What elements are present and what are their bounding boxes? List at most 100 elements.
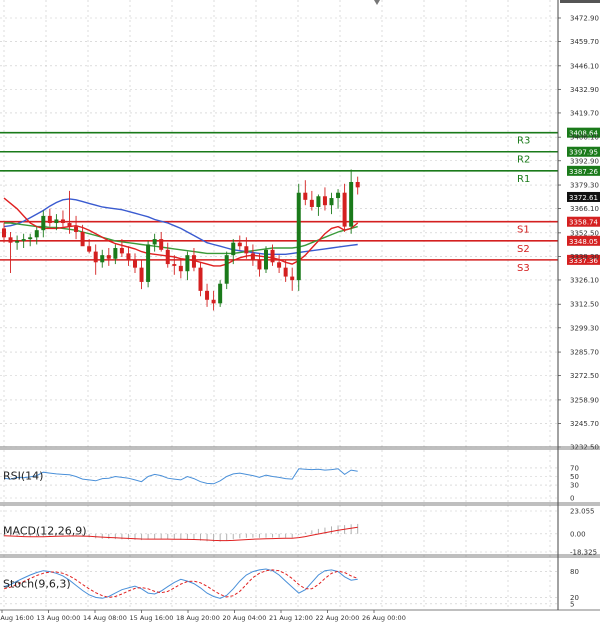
candle-body: [342, 192, 347, 227]
last-price-label: 3372.61: [569, 194, 598, 202]
candle-body: [185, 255, 190, 272]
level-price-label: 3358.74: [569, 219, 598, 227]
candle-body: [290, 276, 295, 281]
candle-body: [106, 255, 111, 259]
candle-body: [47, 215, 52, 224]
candle-body: [126, 253, 131, 261]
candle-body: [54, 219, 59, 224]
level-name-r1: R1: [517, 174, 530, 185]
candle-body: [218, 283, 223, 304]
sub-tick-label: 50: [570, 473, 579, 481]
top-bar: [560, 0, 600, 3]
candle-body: [146, 244, 151, 282]
indicator-title: Stoch(9,6,3): [3, 578, 71, 591]
candle-body: [21, 239, 26, 241]
level-name-s1: S1: [517, 225, 530, 236]
candle-body: [231, 242, 236, 256]
level-name-r2: R2: [517, 155, 530, 166]
candle-body: [28, 237, 33, 240]
candle-body: [41, 215, 46, 231]
price-tick-label: 3232.50: [570, 444, 599, 452]
candle-body: [277, 262, 282, 268]
candle-body: [80, 231, 85, 247]
price-tick-label: 3366.10: [570, 205, 599, 213]
candle-body: [237, 242, 242, 247]
price-tick-label: 3285.70: [570, 349, 599, 357]
sub-tick-label: 30: [570, 482, 579, 490]
candle-body: [296, 192, 301, 281]
price-tick-label: 3379.30: [570, 182, 599, 190]
time-tick-label: 14 Aug 08:00: [83, 614, 127, 622]
candle-body: [15, 240, 20, 243]
candle-body: [309, 199, 314, 207]
chart-background: [0, 0, 600, 627]
candle-body: [336, 192, 341, 199]
candle-body: [250, 253, 255, 261]
time-tick-label: 12 Aug 16:00: [0, 614, 34, 622]
candle-body: [178, 265, 183, 272]
candle-body: [224, 255, 229, 284]
time-tick-label: 21 Aug 12:00: [269, 614, 313, 622]
price-tick-label: 3245.70: [570, 420, 599, 428]
time-tick-label: 26 Aug 00:00: [362, 614, 406, 622]
candle-body: [211, 299, 216, 304]
price-tick-label: 3472.90: [570, 14, 599, 22]
price-tick-label: 3299.30: [570, 324, 599, 332]
price-tick-label: 3392.90: [570, 157, 599, 165]
candle-body: [270, 249, 275, 263]
candle-body: [2, 228, 6, 238]
candle-body: [303, 192, 308, 200]
candle-body: [191, 255, 196, 268]
candle-body: [355, 181, 360, 188]
candle-body: [172, 264, 177, 266]
candle-body: [93, 251, 98, 263]
candle-body: [165, 249, 170, 265]
candle-body: [264, 249, 268, 270]
price-tick-label: 3312.50: [570, 301, 599, 309]
price-tick-label: 3432.90: [570, 86, 599, 94]
level-name-r3: R3: [517, 136, 530, 147]
candle-body: [159, 239, 164, 250]
time-tick-label: 20 Aug 04:00: [223, 614, 267, 622]
candle-body: [87, 246, 92, 252]
candle-body: [205, 290, 210, 300]
candle-body: [100, 255, 105, 263]
sub-tick-label: 80: [570, 568, 579, 576]
candle-body: [322, 196, 327, 206]
candle-body: [257, 260, 262, 270]
indicator-title: MACD(12,26,9): [3, 525, 87, 538]
candle-body: [74, 226, 79, 232]
time-tick-label: 15 Aug 16:00: [130, 614, 174, 622]
sub-tick-label: 70: [570, 464, 579, 472]
candle-body: [283, 267, 288, 277]
sub-tick-label: 0: [570, 495, 574, 503]
candle-body: [60, 219, 65, 224]
level-price-label: 3397.95: [569, 149, 598, 157]
candle-body: [8, 237, 13, 243]
trading-chart: R33408.64R23397.95R13387.26S13358.74S233…: [0, 0, 600, 627]
time-tick-label: 22 Aug 20:00: [316, 614, 360, 622]
price-tick-label: 3419.70: [570, 109, 599, 117]
sub-tick-label: 0.00: [570, 530, 586, 538]
level-price-label: 3387.26: [569, 168, 598, 176]
candle-body: [34, 230, 39, 238]
price-tick-label: 3352.50: [570, 229, 599, 237]
price-tick-label: 3326.10: [570, 276, 599, 284]
candle-body: [133, 260, 137, 268]
candle-body: [244, 246, 249, 254]
level-name-s2: S2: [517, 244, 530, 255]
candle-body: [119, 248, 124, 254]
sub-tick-label: 23.055: [570, 508, 595, 516]
candle-body: [349, 181, 354, 227]
level-price-label: 3348.05: [569, 238, 598, 246]
candle-body: [139, 267, 144, 282]
price-tick-label: 3446.10: [570, 62, 599, 70]
price-tick-label: 3406.10: [570, 134, 599, 142]
price-tick-label: 3258.90: [570, 396, 599, 404]
level-name-s3: S3: [517, 263, 530, 274]
candle-body: [329, 198, 334, 206]
time-tick-label: 13 Aug 00:00: [37, 614, 81, 622]
price-tick-label: 3339.30: [570, 253, 599, 261]
candle-body: [152, 239, 157, 245]
candle-body: [198, 267, 203, 291]
